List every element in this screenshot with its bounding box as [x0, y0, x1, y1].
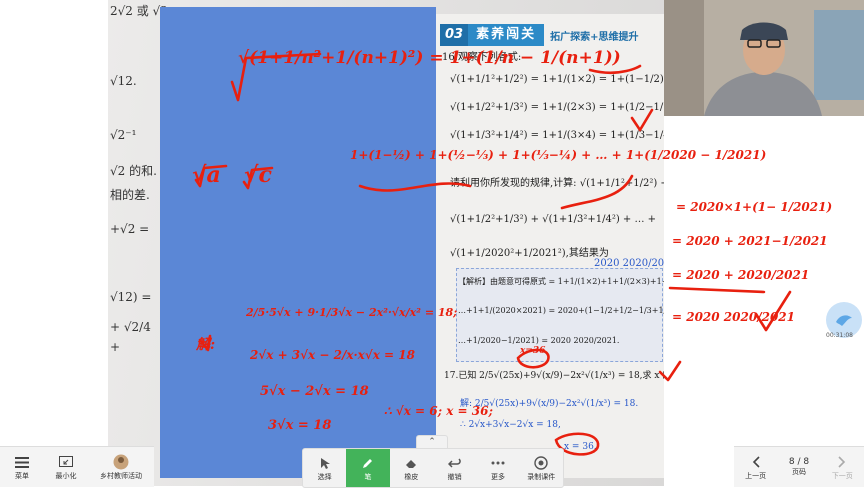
- margin-line: 相的差.: [110, 188, 150, 202]
- more-dots-icon: [491, 455, 505, 472]
- menu-button[interactable]: 菜单: [0, 447, 44, 487]
- ink-sqrt-c: √c: [244, 162, 272, 188]
- page-number: 8 / 8: [788, 457, 810, 467]
- ink-step3: = 2020 + 2020/2021: [672, 268, 810, 282]
- undo-icon: [447, 455, 462, 472]
- ink-step1: = 2020×1+(1− 1/2021): [676, 200, 833, 214]
- select-tool[interactable]: 选择: [303, 449, 346, 487]
- minimize-icon: [59, 454, 73, 471]
- next-page-label: 下一页: [831, 471, 853, 480]
- solution-line: …+1/2020−1/2021) = 2020 2020/2021.: [458, 336, 620, 345]
- activity-button[interactable]: 乡村教师活动: [88, 447, 154, 487]
- pen-tool[interactable]: 笔: [346, 449, 390, 487]
- problem16-ask: 请利用你所发现的规律,计算: √(1+1/1²+1/2²) +: [450, 178, 664, 189]
- solution-line: 【解析】由题意可得原式 = 1+1/(1×2)+1+1/(2×3)+1+1/(3…: [458, 277, 664, 286]
- clock-time: 00:31:08: [826, 332, 853, 339]
- margin-line: √12) =: [110, 290, 152, 304]
- chevron-left-icon: [752, 454, 760, 471]
- ink-p17-line2: 2√x + 3√x − 2/x·x√x = 18: [250, 348, 415, 362]
- eraser-label: 橡皮: [404, 472, 419, 481]
- solution-line: …+1+1/(2020×2021) = 2020+(1−1/2+1/2−1/3+…: [458, 306, 664, 315]
- ink-chain: 1+(1−½) + 1+(½−⅓) + 1+(⅓−¼) + … + 1+(1/2…: [350, 148, 767, 162]
- menu-label: 菜单: [15, 471, 29, 480]
- bottom-toolbar: 菜单 最小化 乡村教师活动 ⌃ 选择 笔 橡皮 撤销 更多 录制课件 上一页 8…: [0, 435, 864, 488]
- webcam-feed: [664, 0, 864, 116]
- ink-big-formula: √(1+1/n²+1/(n+1)²) = 1+(1/n − 1/(n+1)): [238, 48, 621, 68]
- section-title: 素养闯关: [468, 24, 545, 46]
- section-subtitle: 拓广探索+思维提升: [550, 31, 639, 43]
- ink-p17-label: 解:: [196, 337, 216, 353]
- record-label: 录制课件: [527, 472, 556, 481]
- problem16-last-term: √(1+1/2020²+1/2021²),其结果为: [450, 248, 609, 259]
- margin-line: √2⁻¹: [110, 128, 137, 142]
- margin-line: √2 的和.: [110, 164, 157, 178]
- more-label: 更多: [490, 472, 505, 481]
- problem16-eq3: √(1+1/3²+1/4²) = 1+1/(3×4) = 1+(1/3−1/4)…: [450, 130, 664, 141]
- ink-p17-line1: 2/5·5√x + 9·1/3√x − 2x²·√x/x² = 18;: [246, 306, 458, 319]
- select-label: 选择: [317, 472, 332, 481]
- ink-p17-line4: 3√x = 18: [268, 418, 332, 433]
- page-number-label: 页码: [791, 468, 806, 476]
- hamburger-icon: [15, 454, 29, 471]
- prev-page-label: 上一页: [745, 471, 767, 480]
- eraser-icon: [404, 455, 418, 472]
- record-tool[interactable]: 录制课件: [520, 449, 563, 487]
- drawing-tools: 选择 笔 橡皮 撤销 更多 录制课件: [302, 448, 564, 488]
- margin-line: +√2 =: [110, 222, 150, 236]
- prev-page-button[interactable]: 上一页: [734, 447, 777, 487]
- section-number: 03: [440, 24, 469, 46]
- chevron-right-icon: [838, 454, 846, 471]
- record-icon: [534, 455, 548, 472]
- ink-step4: = 2020 2020/2021: [672, 310, 795, 324]
- left-toolbar-group: 菜单 最小化 乡村教师活动: [0, 446, 154, 487]
- problem17-stem: 17.已知 2/5√(25x)+9√(x/9)−2x²√(1/x³) = 18,…: [444, 371, 664, 381]
- problem16-eq2: √(1+1/2²+1/3²) = 1+1/(2×3) = 1+(1/2−1/3)…: [450, 102, 664, 113]
- ink-sqrt-a: √a: [192, 162, 221, 188]
- webcam-image: [664, 0, 864, 116]
- page-indicator: 8 / 8 页码: [777, 447, 820, 487]
- ink-step2: = 2020 + 2021−1/2021: [672, 234, 828, 248]
- margin-line: +: [110, 340, 121, 354]
- pen-icon: [361, 455, 374, 472]
- undo-label: 撤销: [447, 472, 462, 481]
- ink-p17-line5: ∴ √x = 6; x = 36;: [384, 404, 493, 418]
- section-header: 03 素养闯关 拓广探索+思维提升: [440, 24, 639, 46]
- ink-note-x36: x=36: [520, 346, 546, 356]
- minimize-label: 最小化: [55, 471, 77, 480]
- problem17-sol2: ∴ 2√x+3√x−2√x = 18,: [460, 420, 561, 430]
- more-tool[interactable]: 更多: [476, 449, 519, 487]
- undo-tool[interactable]: 撤销: [433, 449, 476, 487]
- ink-p17-line3: 5√x − 2√x = 18: [260, 384, 369, 399]
- margin-line: √12.: [110, 74, 137, 88]
- problem16-sum: √(1+1/2²+1/3²) + √(1+1/3²+1/4²) + … +: [450, 214, 657, 225]
- eraser-tool[interactable]: 橡皮: [390, 449, 433, 487]
- margin-line: + √2/4: [110, 320, 151, 334]
- activity-avatar-icon: [113, 454, 129, 471]
- pen-label: 笔: [364, 472, 372, 481]
- minimize-button[interactable]: 最小化: [44, 447, 88, 487]
- cursor-icon: [320, 455, 330, 472]
- problem16-eq1: √(1+1/1²+1/2²) = 1+1/(1×2) = 1+(1−1/2),: [450, 74, 664, 85]
- page-navigation: 上一页 8 / 8 页码 下一页: [734, 446, 864, 487]
- expand-chevron-icon[interactable]: ⌃: [416, 435, 448, 448]
- next-page-button[interactable]: 下一页: [821, 447, 864, 487]
- left-page-margin: 2√2 或 √2 √12. √2⁻¹ √2 的和. 相的差. +√2 = √12…: [108, 0, 168, 486]
- activity-label: 乡村教师活动: [100, 471, 142, 480]
